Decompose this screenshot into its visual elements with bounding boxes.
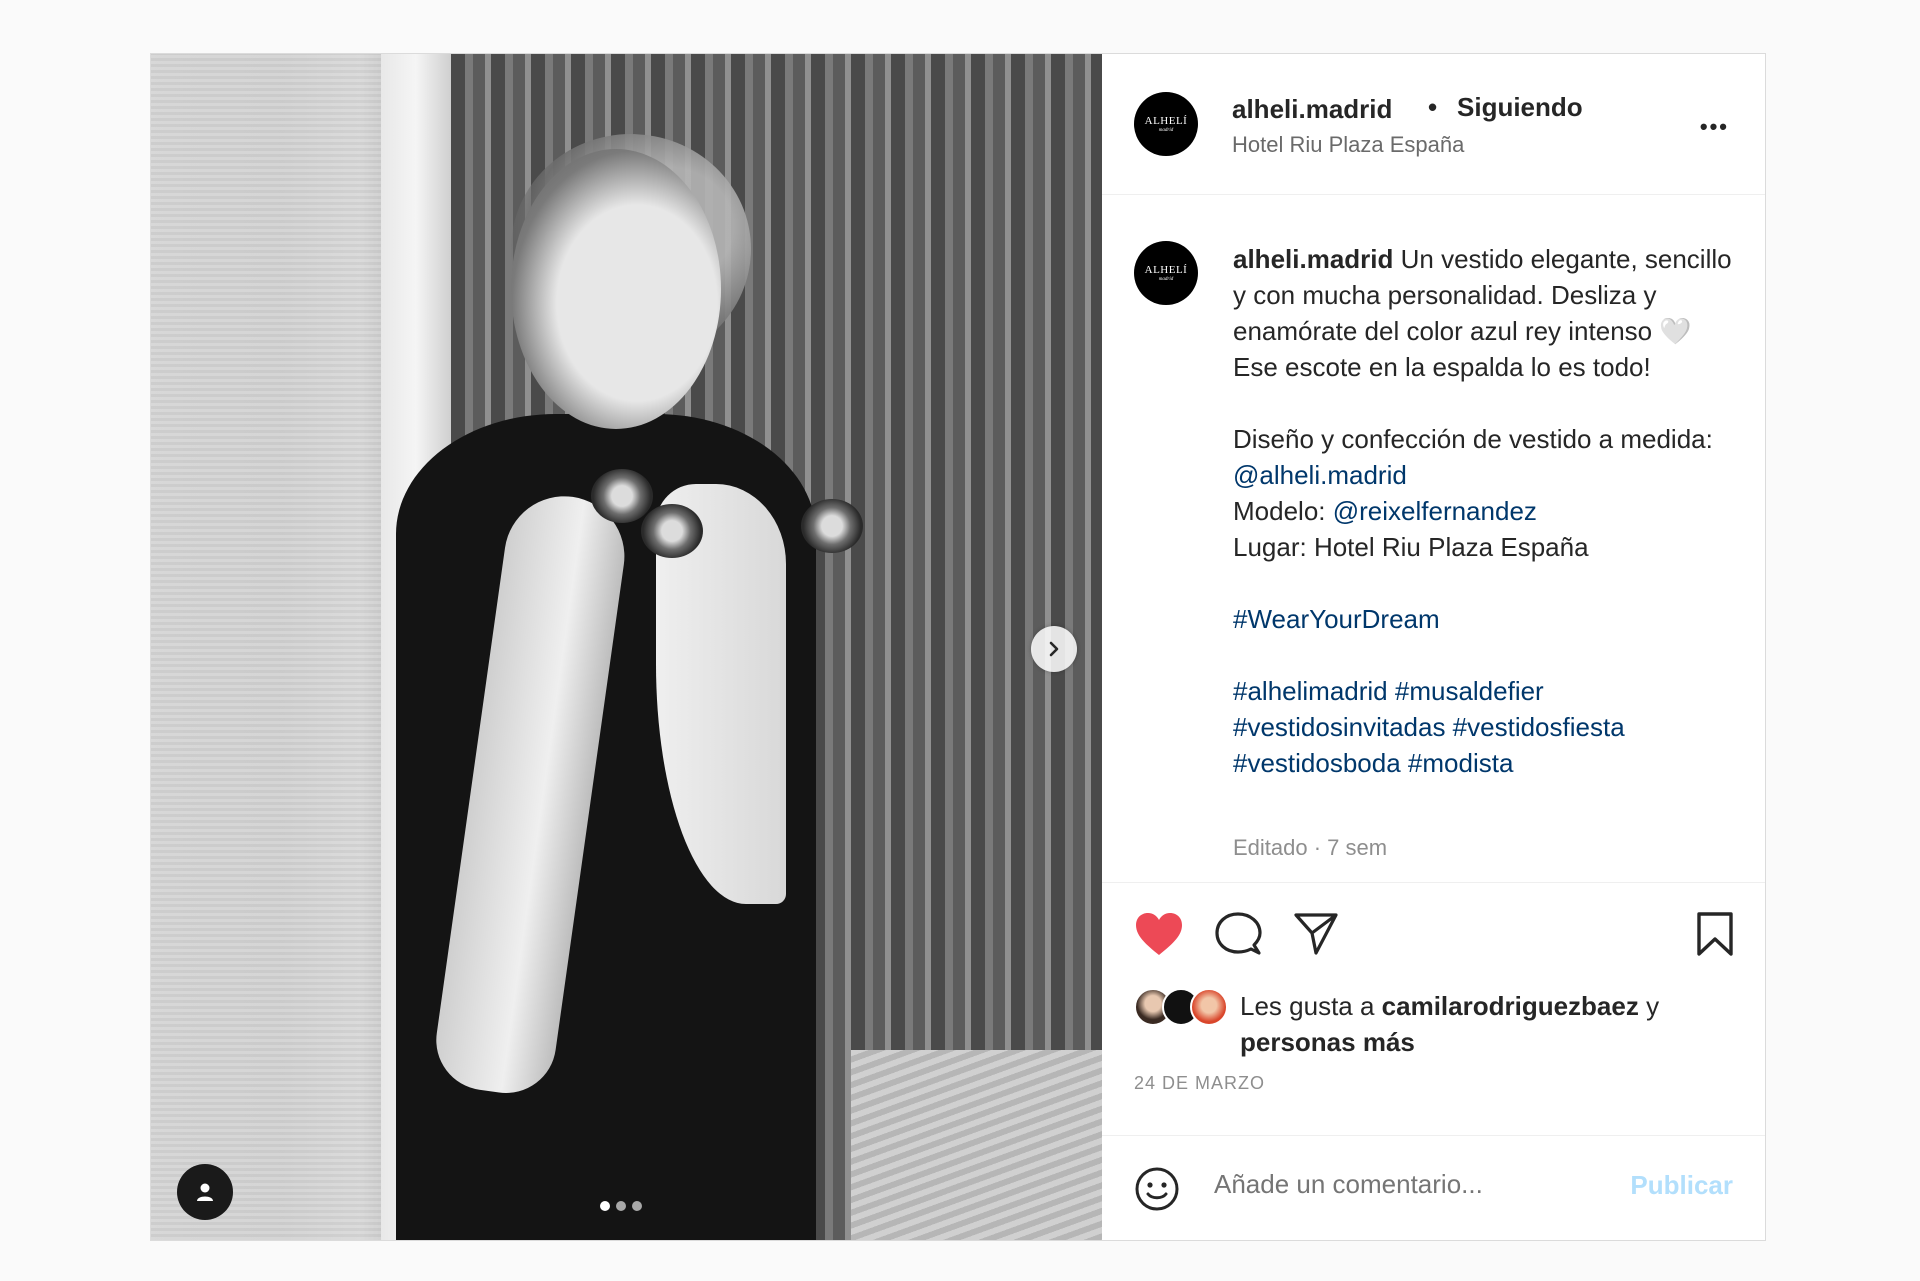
liker-avatars[interactable] xyxy=(1134,988,1244,1028)
username-link[interactable]: alheli.madrid xyxy=(1232,94,1392,125)
carousel-dot xyxy=(632,1201,642,1211)
caption-model-prefix: Modelo: xyxy=(1233,496,1333,526)
caption-username-link[interactable]: alheli.madrid xyxy=(1233,244,1393,274)
location-link[interactable]: Hotel Riu Plaza España xyxy=(1232,132,1464,158)
user-icon xyxy=(197,1183,213,1201)
post-image[interactable] xyxy=(151,54,1102,1240)
avatar-brand: ALHELÍ xyxy=(1144,114,1188,127)
photo-wall xyxy=(151,54,381,1240)
bookmark-icon[interactable] xyxy=(1695,911,1735,957)
heart-icon[interactable] xyxy=(1134,911,1184,957)
post-card: ALHELÍ madrid alheli.madrid • Siguiendo … xyxy=(150,53,1766,1241)
photo-floor xyxy=(851,1050,1102,1240)
hashtag-link[interactable]: #WearYourDream xyxy=(1233,604,1440,634)
photo-brooch xyxy=(591,469,653,523)
carousel-dot xyxy=(616,1201,626,1211)
hashtags-links[interactable]: #alhelimadrid #musaldefier #vestidosinvi… xyxy=(1233,676,1625,778)
likes-middle: y xyxy=(1638,991,1660,1021)
mention-link[interactable]: @reixelfernandez xyxy=(1333,496,1537,526)
post-header: ALHELÍ madrid alheli.madrid • Siguiendo … xyxy=(1102,54,1765,195)
likes-prefix: Les gusta a xyxy=(1240,991,1382,1021)
likes-others-link[interactable]: personas más xyxy=(1240,1027,1415,1057)
photo-head xyxy=(511,149,721,429)
liker-username-link[interactable]: camilarodriguezbaez xyxy=(1382,991,1639,1021)
comment-bar: Publicar xyxy=(1102,1136,1765,1240)
more-options-button[interactable]: ••• xyxy=(1700,114,1729,140)
photo-brooch xyxy=(641,504,703,558)
post-date[interactable]: 24 DE MARZO xyxy=(1134,1073,1265,1094)
chevron-right-icon xyxy=(1049,641,1059,657)
avatar[interactable]: ALHELÍ madrid xyxy=(1134,241,1198,305)
comment-input[interactable] xyxy=(1212,1168,1596,1201)
edited-timestamp: Editado · 7 sem xyxy=(1233,835,1388,860)
next-image-button[interactable] xyxy=(1031,626,1077,672)
avatar-brand: ALHELÍ xyxy=(1144,263,1188,276)
comment-icon[interactable] xyxy=(1214,911,1262,957)
carousel-dot xyxy=(600,1201,610,1211)
caption-section: ALHELÍ madrid alheli.madrid Un vestido e… xyxy=(1102,195,1765,883)
tagged-users-button[interactable] xyxy=(177,1164,233,1220)
avatar-sub: madrid xyxy=(1158,127,1174,133)
caption-place: Lugar: Hotel Riu Plaza España xyxy=(1233,532,1589,562)
share-icon[interactable] xyxy=(1292,911,1340,957)
photo-brooch xyxy=(801,499,863,553)
action-bar xyxy=(1102,883,1765,983)
avatar-sub: madrid xyxy=(1158,276,1174,282)
post-sidebar: ALHELÍ madrid alheli.madrid • Siguiendo … xyxy=(1102,54,1765,1240)
separator-dot: • xyxy=(1428,92,1438,122)
caption-text: alheli.madrid Un vestido elegante, senci… xyxy=(1233,241,1743,781)
emoji-icon[interactable] xyxy=(1134,1166,1180,1212)
publish-button[interactable]: Publicar xyxy=(1630,1170,1733,1201)
caption-design-prefix: Diseño y confección de vestido a medida: xyxy=(1233,424,1713,454)
mention-link[interactable]: @alheli.madrid xyxy=(1233,460,1407,490)
carousel-indicator xyxy=(600,1201,642,1211)
following-button[interactable]: Siguiendo xyxy=(1457,92,1583,123)
engagement-section: Les gusta a camilarodriguezbaez y person… xyxy=(1102,883,1765,1136)
avatar xyxy=(1190,988,1228,1026)
avatar[interactable]: ALHELÍ madrid xyxy=(1134,92,1198,156)
